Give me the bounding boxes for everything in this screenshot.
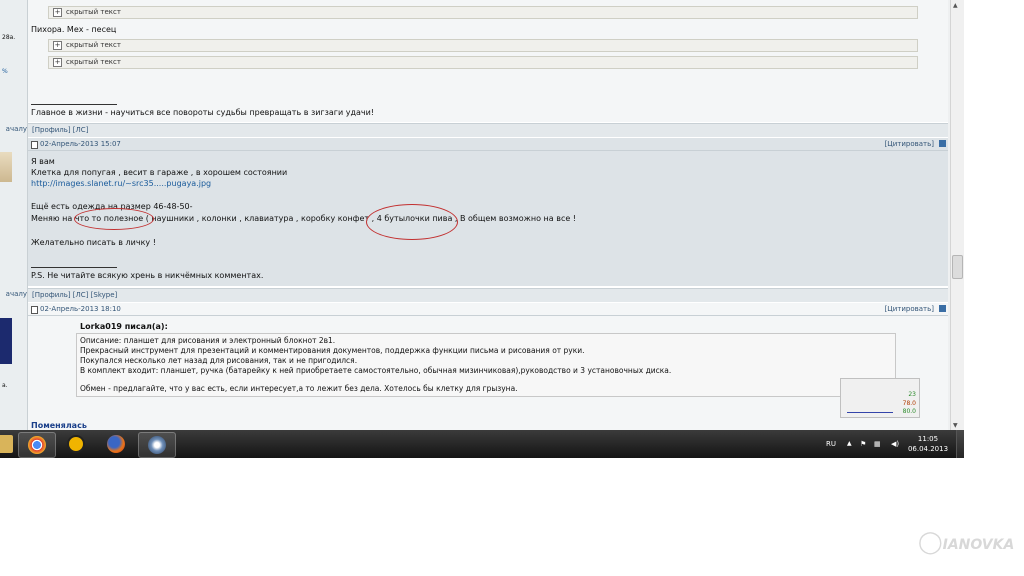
quote-button[interactable]: [Цитировать]	[885, 138, 934, 150]
quote-icon[interactable]	[939, 140, 946, 147]
action-center-icon[interactable]: ⚑	[860, 430, 866, 458]
plus-icon: +	[53, 7, 62, 17]
folder-icon	[0, 435, 13, 453]
widget-value: 23	[908, 391, 916, 398]
widget-value: 78.0	[902, 400, 916, 407]
profile-links-text[interactable]: [Профиль] [ЛС] [Skype]	[32, 291, 117, 299]
scroll-up-icon[interactable]: ▲	[953, 2, 958, 9]
post-text: Клетка для попугая , весит в гараже , в …	[31, 168, 288, 177]
post-icon	[31, 306, 38, 314]
spoiler-toggle[interactable]: + скрытый текст	[48, 6, 918, 19]
highlight-oval	[366, 204, 458, 240]
scrollbar-thumb[interactable]	[952, 255, 963, 279]
quote-text: Покупался несколько лет назад для рисова…	[80, 356, 358, 365]
quote-text: Описание: планшет для рисования и электр…	[80, 336, 336, 345]
quote-icon[interactable]	[939, 305, 946, 312]
tray-expand-icon[interactable]: ▲	[847, 430, 852, 458]
highlight-oval	[74, 208, 154, 230]
network-icon[interactable]: ▦	[874, 430, 881, 458]
spoiler-toggle[interactable]: + скрытый текст	[48, 56, 918, 69]
post-date[interactable]: 02-Апрель-2013 15:07	[40, 138, 121, 150]
post-text: Желательно писать в личку !	[31, 238, 156, 247]
widget-value: 80.0	[902, 408, 916, 415]
image-link[interactable]: http://images.slanet.ru/~src35.....pugay…	[31, 179, 211, 189]
system-monitor-widget[interactable]: 23 78.0 80.0	[840, 378, 920, 418]
left-author-column: 28а. % а.	[0, 0, 28, 430]
post-header: 02-Апрель-2013 18:10 [Цитировать]	[28, 303, 948, 316]
back-to-top-link[interactable]: ачалу	[0, 288, 27, 301]
post-header: 02-Апрель-2013 15:07 [Цитировать]	[28, 138, 948, 151]
widget-graph	[847, 412, 893, 413]
daemon-tools-icon	[67, 435, 85, 453]
profile-links: [Профиль] [ЛС]	[28, 123, 948, 137]
post: + скрытый текст Пихора. Мех - песец + скры…	[28, 0, 948, 122]
post-icon	[31, 141, 38, 149]
firefox-button[interactable]	[98, 432, 134, 456]
clock-date: 06.04.2013	[907, 445, 949, 453]
media-player-icon	[148, 436, 166, 454]
firefox-icon	[107, 435, 125, 453]
language-indicator[interactable]: RU	[826, 430, 836, 458]
back-to-top-link[interactable]: ачалу	[0, 123, 27, 136]
quote-button[interactable]: [Цитировать]	[885, 303, 934, 315]
plus-icon: +	[53, 57, 62, 67]
left-fragment: 28а.	[2, 34, 16, 41]
avatar[interactable]	[0, 152, 12, 182]
spoiler-toggle[interactable]: + скрытый текст	[48, 39, 918, 52]
scroll-down-icon[interactable]: ▼	[953, 422, 958, 429]
watermark-circle-icon: ◯	[918, 530, 943, 555]
signature-divider	[31, 267, 117, 268]
vertical-scrollbar[interactable]	[950, 0, 964, 430]
show-desktop-button[interactable]	[956, 430, 964, 458]
post-text: Я вам	[31, 157, 55, 166]
clock[interactable]: 11:05 06.04.2013	[906, 434, 950, 454]
signature-divider	[31, 104, 117, 105]
post: 02-Апрель-2013 18:10 [Цитировать] Lorka0…	[28, 303, 948, 430]
profile-links: [Профиль] [ЛС] [Skype]	[28, 288, 948, 302]
quote-text: В комплект входит: планшет, ручка (батар…	[80, 366, 672, 375]
post: 02-Апрель-2013 15:07 [Цитировать] Я вам …	[28, 138, 948, 286]
watermark-logo: ◯IANOVKA	[918, 530, 1014, 570]
chrome-icon	[28, 436, 46, 454]
post-text: Пихора. Мех - песец	[31, 25, 117, 34]
volume-icon[interactable]: ◀)	[891, 430, 899, 458]
media-player-button[interactable]	[138, 432, 176, 458]
signature: Главное в жизни - научиться все повороты…	[31, 108, 375, 117]
taskbar: RU ▲ ⚑ ▦ ◀) 11:05 06.04.2013	[0, 430, 964, 458]
daemon-tools-button[interactable]	[58, 432, 94, 456]
signature: P.S. Не читайте всякую хрень в никчёмных…	[31, 271, 264, 280]
watermark-text: IANOVKA	[942, 537, 1015, 553]
quote-text: Прекрасный инструмент для презентаций и …	[80, 346, 585, 355]
left-fragment: а.	[2, 382, 8, 389]
quote-author: Lorka019 писал(а):	[80, 322, 168, 331]
post-date[interactable]: 02-Апрель-2013 18:10	[40, 303, 121, 315]
clock-time: 11:05	[917, 435, 939, 443]
screenshot: 28а. % а. + скрытый текст Пихора. Мех - п…	[0, 0, 964, 458]
quote-text: Обмен - предлагайте, что у вас есть, есл…	[80, 384, 518, 393]
avatar[interactable]	[0, 318, 12, 364]
left-fragment: %	[2, 68, 8, 75]
plus-icon: +	[53, 40, 62, 50]
chrome-button[interactable]	[18, 432, 56, 458]
quote-block: Описание: планшет для рисования и электр…	[76, 333, 896, 397]
profile-links-text[interactable]: [Профиль] [ЛС]	[32, 126, 88, 134]
